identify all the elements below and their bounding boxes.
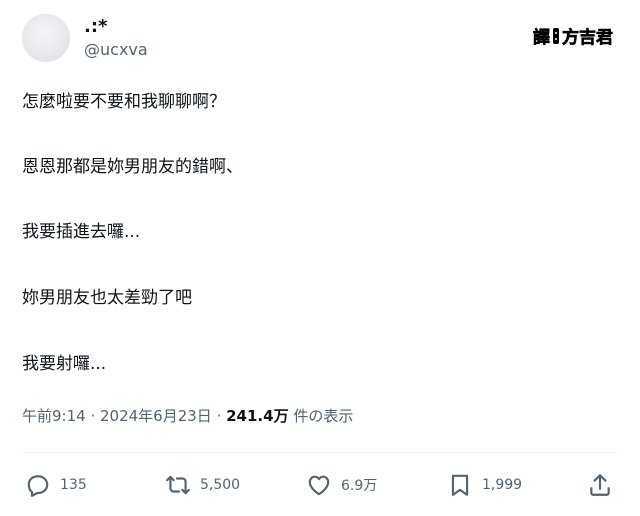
tweet-line: 我要插進去囉... <box>22 222 141 242</box>
action-bar: 135 5,500 6.9万 1,999 <box>22 470 618 500</box>
translator-watermark: 譯 方吉君 <box>533 23 613 48</box>
tweet-meta: 午前9:14 · 2024年6月23日 · 241.4万 件の表示 <box>22 406 353 426</box>
bookmark-button[interactable]: 1,999 <box>447 470 522 500</box>
retweet-icon <box>166 475 190 495</box>
tweet-date[interactable]: 2024年6月23日 <box>100 407 212 425</box>
reply-button[interactable]: 135 <box>25 470 87 500</box>
watermark-translator-name: 方吉君 <box>562 28 614 49</box>
heart-icon <box>308 475 330 496</box>
tweet-line: 怎麼啦要不要和我聊聊啊？ <box>22 92 226 112</box>
share-button[interactable] <box>587 470 613 500</box>
views-count[interactable]: 241.4万 <box>226 407 288 425</box>
divider <box>22 452 618 453</box>
tweet-card: .:* @ucxva 譯 方吉君 怎麼啦要不要和我聊聊啊？ 恩恩那都是妳男朋友的… <box>0 0 640 516</box>
user-names: .:* @ucxva <box>84 16 148 60</box>
display-name[interactable]: .:* <box>84 16 148 37</box>
meta-separator: · <box>211 407 227 425</box>
tweet-line: 恩恩那都是妳男朋友的錯啊、 <box>22 157 243 177</box>
like-button[interactable]: 6.9万 <box>306 470 377 500</box>
views-label: 件の表示 <box>288 407 354 425</box>
retweet-count: 5,500 <box>200 477 241 493</box>
meta-separator: · <box>85 407 100 425</box>
reply-count: 135 <box>60 477 87 493</box>
tweet-header: .:* @ucxva <box>22 14 148 62</box>
tweet-line: 妳男朋友也太差勁了吧 <box>22 288 192 308</box>
user-handle[interactable]: @ucxva <box>84 40 148 60</box>
tweet-line: 我要射囉... <box>22 354 107 374</box>
retweet-button[interactable]: 5,500 <box>165 470 240 500</box>
like-count: 6.9万 <box>341 478 378 494</box>
bookmark-icon <box>451 474 469 496</box>
share-icon <box>590 474 610 496</box>
tweet-time[interactable]: 午前9:14 <box>22 407 86 425</box>
reply-icon <box>27 475 49 497</box>
avatar[interactable] <box>22 14 70 62</box>
bookmark-count: 1,999 <box>482 477 523 493</box>
watermark-separator-icon <box>553 27 559 44</box>
watermark-translate-mark: 譯 <box>533 28 551 49</box>
